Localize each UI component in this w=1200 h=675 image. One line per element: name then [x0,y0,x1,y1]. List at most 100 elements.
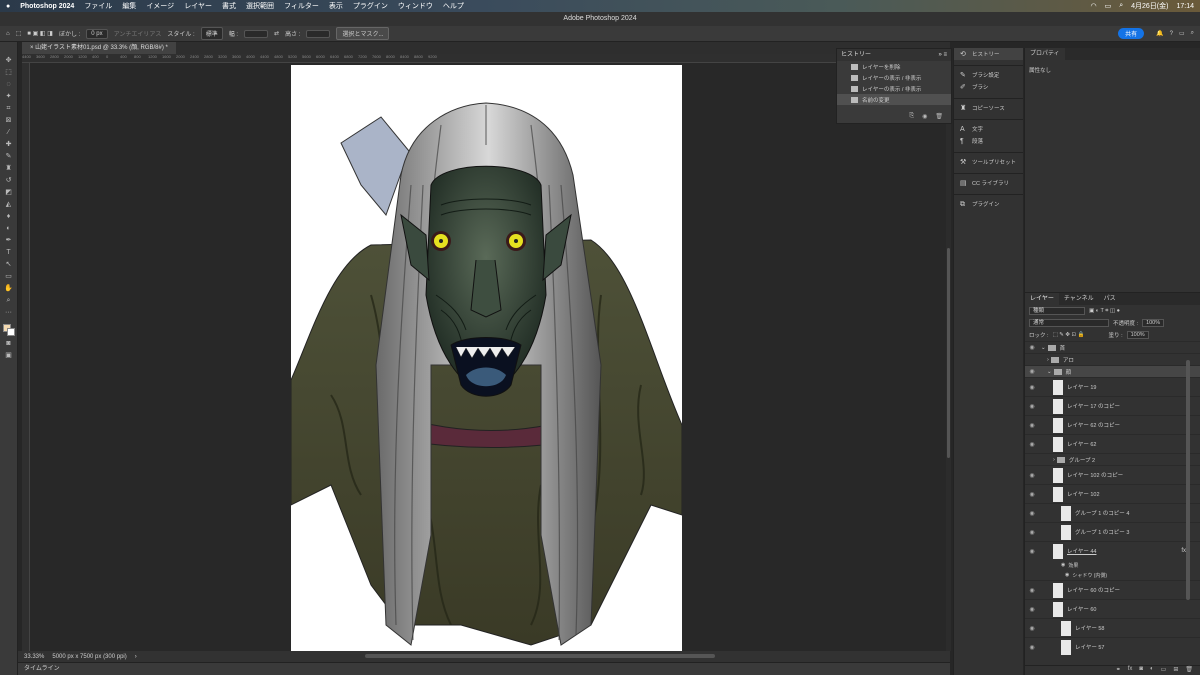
fill-input[interactable]: 100% [1126,331,1149,339]
eye-icon[interactable]: ◉ [1025,422,1039,429]
menu-window[interactable]: ウィンドウ [398,1,433,11]
menu-type[interactable]: 書式 [222,1,236,11]
layer-row[interactable]: ◉ レイヤー 102 [1025,484,1200,503]
menu-plugins[interactable]: プラグイン [353,1,388,11]
dock-plugins[interactable]: ⧉ プラグイン [954,198,1023,210]
eyedropper-tool-icon[interactable]: ⁄ [4,128,14,137]
battery-icon[interactable]: ▭ [1105,2,1112,10]
select-and-mask-button[interactable]: 選択とマスク... [336,27,390,40]
mask-icon[interactable]: ◙ [1139,666,1143,675]
history-item-selected[interactable]: 名前の変更 [837,94,951,105]
eye-icon[interactable]: ◉ [1061,562,1065,568]
dock-history[interactable]: ⟲ ヒストリー [954,48,1023,60]
properties-tab[interactable]: プロパティ [1025,48,1065,60]
eraser-tool-icon[interactable]: ◩ [4,188,14,197]
eye-icon[interactable]: ◉ [1025,441,1039,448]
share-button[interactable]: 共有 [1118,28,1145,39]
panel-menu-icon[interactable]: » ≡ [938,49,947,61]
dodge-tool-icon[interactable]: ◐ [4,224,14,233]
blend-mode-select[interactable]: 通常 [1029,319,1109,327]
blur-tool-icon[interactable]: ♦ [4,212,14,221]
adjustment-icon[interactable]: ◐ [1150,666,1154,675]
chevron-down-icon[interactable]: ⌄ [1047,369,1052,375]
document-tab[interactable]: × 山姥イラスト素材01.psd @ 33.3% (顔, RGB/8#) * [22,42,176,54]
layers-scrollbar[interactable] [1186,360,1190,600]
tab-layers[interactable]: レイヤー [1025,293,1059,305]
eye-icon[interactable]: ◉ [1025,529,1039,536]
filter-icons[interactable]: ▣ ◐ T ⌗ ◫ ● [1089,308,1120,315]
lasso-tool-icon[interactable]: ◌ [4,80,14,89]
search-icon[interactable]: ⌕ [1191,30,1194,37]
dock-paragraph[interactable]: ¶ 段落 [954,135,1023,147]
eye-icon[interactable]: ◉ [1025,644,1039,651]
color-swatches[interactable] [2,324,15,336]
layer-group[interactable]: › グループ 2 [1025,453,1200,465]
width-input[interactable] [244,29,269,38]
help-icon[interactable]: ? [1170,31,1173,37]
layer-row[interactable]: ◉ レイヤー 44 fx [1025,541,1200,560]
paint-bucket-tool-icon[interactable]: ◭ [4,200,14,209]
layer-row[interactable]: ◉ レイヤー 62 [1025,434,1200,453]
canvas-horizontal-scrollbar[interactable] [365,654,715,658]
eye-icon[interactable]: ◉ [1025,472,1039,479]
dock-brush-settings[interactable]: ✎ ブラシ設定 [954,69,1023,81]
app-menu[interactable]: Photoshop 2024 [20,3,74,10]
chevron-right-icon[interactable]: › [1047,357,1049,363]
more-tools-icon[interactable]: ··· [4,308,14,317]
marquee-preset-icon[interactable]: ⬚ [16,30,22,37]
canvas-area[interactable] [30,63,946,651]
tab-channels[interactable]: チャンネル [1059,293,1099,305]
marquee-tool-icon[interactable]: ⬚ [4,68,14,77]
new-group-icon[interactable]: ▭ [1161,666,1167,675]
menu-file[interactable]: ファイル [84,1,112,11]
menu-view[interactable]: 表示 [329,1,343,11]
hand-tool-icon[interactable]: ✋ [4,284,14,293]
dock-tool-presets[interactable]: ⚒ ツールプリセット [954,156,1023,168]
menu-filter[interactable]: フィルター [284,1,319,11]
pen-tool-icon[interactable]: ✒ [4,236,14,245]
trash-icon[interactable]: 🗑 [935,113,943,120]
eye-icon[interactable]: ◉ [1025,625,1039,632]
menu-layer[interactable]: レイヤー [184,1,212,11]
history-brush-tool-icon[interactable]: ↺ [4,176,14,185]
frame-tool-icon[interactable]: ⊠ [4,116,14,125]
menu-edit[interactable]: 編集 [122,1,136,11]
new-document-from-state-icon[interactable]: ⎘ [909,113,914,120]
new-layer-icon[interactable]: ⊞ [1173,666,1178,675]
eye-icon[interactable]: ◉ [1025,384,1039,391]
eye-icon[interactable]: ◉ [1025,344,1039,351]
notification-icon[interactable]: 🔔 [1156,30,1163,37]
apple-icon[interactable]: ● [6,3,10,10]
eye-icon[interactable]: ◉ [1025,368,1039,375]
antialias-checkbox[interactable]: アンチエイリアス [114,29,162,38]
layer-row[interactable]: ◉ グループ 1 のコピー 4 [1025,503,1200,522]
zoom-tool-icon[interactable]: ⌕ [4,296,14,305]
menu-select[interactable]: 選択範囲 [246,1,274,11]
timeline-tab[interactable]: タイムライン [18,662,950,675]
type-tool-icon[interactable]: T [4,248,14,257]
magic-wand-tool-icon[interactable]: ✦ [4,92,14,101]
brush-tool-icon[interactable]: ✎ [4,152,14,161]
artwork-canvas[interactable] [291,65,682,651]
fx-icon[interactable]: fx [1128,666,1133,675]
eye-icon[interactable]: ◉ [1025,587,1039,594]
dock-cc-libraries[interactable]: ▤ CC ライブラリ [954,177,1023,189]
eye-icon[interactable]: ◉ [1025,403,1039,410]
layer-group[interactable]: ◉ ⌄ 首 [1025,341,1200,353]
layer-effects[interactable]: ◉ 効果 [1025,560,1200,570]
layer-row[interactable]: ◉ レイヤー 19 [1025,377,1200,396]
layer-row[interactable]: ◉ レイヤー 60 のコピー [1025,580,1200,599]
eye-icon[interactable]: ◉ [1025,606,1039,613]
layer-row[interactable]: ◉ レイヤー 102 のコピー [1025,465,1200,484]
move-tool-icon[interactable]: ✥ [4,56,14,65]
healing-brush-tool-icon[interactable]: ✚ [4,140,14,149]
dock-clone-source[interactable]: ♜ コピーソース [954,102,1023,114]
lock-icons[interactable]: ⬚ ✎ ✥ ⊡ 🔒 [1053,332,1085,338]
menu-image[interactable]: イメージ [146,1,174,11]
path-select-tool-icon[interactable]: ↖ [4,260,14,269]
document-size[interactable]: 5000 px x 7500 px (300 ppi) [52,654,126,660]
feather-input[interactable]: 0 px [86,28,108,39]
tab-paths[interactable]: パス [1099,293,1121,305]
zoom-level[interactable]: 33.33% [24,654,44,660]
opacity-input[interactable]: 100% [1142,319,1165,327]
